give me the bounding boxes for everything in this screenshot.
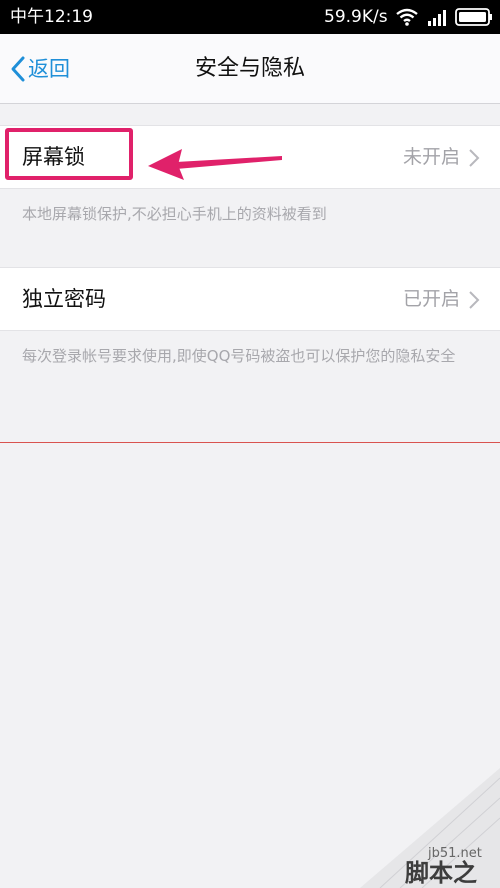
chevron-right-icon [469, 291, 480, 309]
watermark-text: 脚本之家 [405, 859, 477, 887]
status-time: 中午12:19 [10, 7, 93, 27]
battery-icon [455, 8, 492, 26]
nav-header: 返回 安全与隐私 [0, 34, 500, 104]
screen-lock-description: 本地屏幕锁保护,不必担心手机上的资料被看到 [22, 205, 327, 223]
status-bar: 中午12:19 59.9K/s [0, 0, 500, 34]
independent-password-label: 独立密码 [22, 287, 106, 311]
screen-lock-status: 未开启 [402, 146, 460, 168]
annotation-arrow-icon [148, 149, 282, 180]
page-title: 安全与隐私 [194, 56, 305, 81]
network-speed: 59.9K/s [324, 7, 388, 27]
annotation-highlight-box [5, 128, 133, 180]
divider-line [0, 442, 500, 443]
chevron-right-icon [469, 149, 480, 167]
independent-password-description: 每次登录帐号要求使用,即使QQ号码被盗也可以保护您的隐私安全 [22, 347, 456, 365]
independent-password-status: 已开启 [402, 288, 460, 310]
signal-icon [428, 10, 446, 26]
wifi-icon [396, 8, 418, 26]
independent-password-row[interactable]: 独立密码 已开启 [0, 267, 500, 331]
